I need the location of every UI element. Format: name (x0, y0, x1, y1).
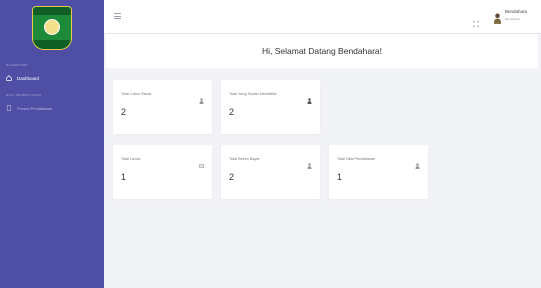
stat-value: 2 (229, 172, 235, 182)
stat-label: Total Yang Sudah Mendaftar (229, 92, 277, 96)
stat-label: Total Lunas (121, 157, 141, 161)
stat-value: 2 (229, 107, 235, 117)
user-icon (307, 156, 312, 169)
user-name[interactable]: Bendahara (505, 9, 527, 14)
topbar: Bendahara Bendahara (104, 0, 541, 34)
stat-value: 1 (337, 172, 343, 182)
hamburger-icon[interactable] (114, 13, 121, 19)
welcome-text: Hi, Selamat Datang Bendahara! (261, 46, 383, 56)
money-icon (199, 156, 204, 168)
stat-label: Total Nilai Pendaftaran (337, 157, 376, 161)
stat-card-total-lunas: Total Lunas 1 (113, 145, 212, 199)
sidebar: DASHBOARD Dashboard DATA PENDAFTARAN Pro… (0, 0, 104, 288)
stat-value: 1 (121, 172, 127, 182)
stat-card-total-belum-bayar: Total Belum Bayar 2 (221, 145, 320, 199)
sidebar-section-main: DASHBOARD (6, 63, 28, 67)
sidebar-item-dashboard[interactable]: Dashboard (0, 71, 104, 85)
stat-value: 2 (121, 107, 127, 117)
user-avatar[interactable] (493, 11, 502, 24)
document-icon (6, 105, 12, 111)
fullscreen-icon[interactable] (473, 14, 479, 27)
welcome-banner: Hi, Selamat Datang Bendahara! (106, 34, 538, 68)
logo-container (0, 0, 104, 56)
sidebar-item-proses-pendaftaran[interactable]: Proses Pendaftaran (0, 101, 104, 115)
stat-card-total-nilai-pendaftaran: Total Nilai Pendaftaran 1 (329, 145, 428, 199)
user-role: Bendahara (505, 17, 520, 21)
stat-label: Total Belum Bayar (229, 157, 260, 161)
user-icon (199, 91, 204, 104)
stat-card-total-sudah-mendaftar: Total Yang Sudah Mendaftar 2 (221, 80, 320, 134)
sidebar-section-data: DATA PENDAFTARAN (6, 93, 42, 97)
sidebar-item-label: Dashboard (17, 75, 40, 81)
stat-label: Total Calon Siswa (121, 92, 152, 96)
home-icon (6, 75, 12, 81)
sidebar-item-label: Proses Pendaftaran (17, 105, 53, 111)
user-icon (415, 156, 420, 169)
stat-card-total-calon-siswa: Total Calon Siswa 2 (113, 80, 212, 134)
user-icon (307, 91, 312, 104)
school-logo[interactable] (32, 6, 72, 50)
